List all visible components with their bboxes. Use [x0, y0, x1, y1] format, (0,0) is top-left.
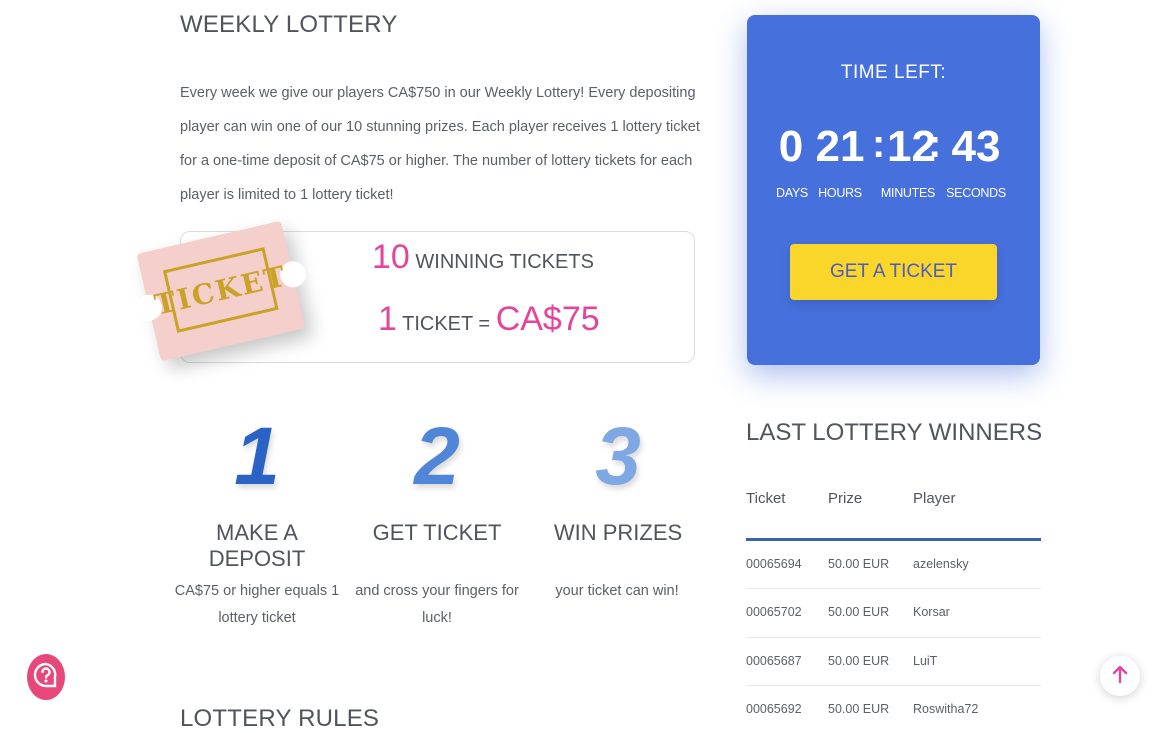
- lottery-rules-title: LOTTERY RULES: [180, 705, 380, 732]
- row-3-player: LuiT: [913, 654, 938, 668]
- minutes-label: MINUTES: [880, 186, 936, 200]
- row-3-prize: 50.00 EUR: [828, 654, 890, 668]
- help-chat-icon: [33, 662, 59, 693]
- row-divider: [746, 685, 1041, 686]
- step-2-number: 2: [414, 411, 460, 502]
- winning-label: WINNING TICKETS: [415, 251, 594, 273]
- row-2-prize: 50.00 EUR: [828, 605, 890, 619]
- step-2-description: and cross your fingers for luck!: [355, 583, 519, 626]
- step-1-description: CA$75 or higher equals 1 lottery ticket: [174, 583, 340, 626]
- ticket-image-label: TICKET: [151, 247, 290, 333]
- scroll-top-button[interactable]: [1100, 656, 1140, 696]
- row-1-prize: 50.00 EUR: [828, 557, 890, 571]
- column-header-ticket: Ticket: [746, 490, 786, 507]
- row-2-ticket: 00065702: [746, 605, 802, 619]
- lottery-intro-text: Every week we give our players CA$750 in…: [180, 85, 700, 203]
- step-3-description: your ticket can win!: [555, 583, 679, 599]
- row-4-prize: 50.00 EUR: [828, 702, 890, 716]
- row-1-ticket: 00065694: [746, 557, 802, 571]
- step-1-number: 1: [234, 411, 280, 502]
- column-header-prize: Prize: [828, 490, 863, 507]
- arrow-up-icon: [1111, 664, 1129, 689]
- row-3-ticket: 00065687: [746, 654, 802, 668]
- row-1-player: azelensky: [913, 557, 969, 571]
- row-2-player: Korsar: [913, 605, 950, 619]
- ticket-price: CA$75: [495, 300, 600, 338]
- minutes-seconds-colon: :: [928, 122, 942, 166]
- step-2-title: GET TICKET: [372, 520, 502, 545]
- row-divider: [746, 588, 1041, 589]
- seconds-value: 43: [951, 122, 1001, 171]
- table-header-divider: [746, 538, 1041, 541]
- row-4-ticket: 00065692: [746, 702, 802, 716]
- winning-count: 10: [372, 238, 410, 276]
- time-left-label: TIME LEFT:: [840, 62, 947, 83]
- seconds-label: SECONDS: [946, 186, 1006, 200]
- days-label: DAYS: [776, 186, 808, 200]
- ticket-count: 1: [378, 300, 397, 338]
- last-winners-title: LAST LOTTERY WINNERS: [746, 419, 1043, 446]
- column-header-player: Player: [913, 490, 956, 507]
- help-chat-button[interactable]: [27, 654, 65, 700]
- row-divider: [746, 637, 1041, 638]
- get-ticket-button[interactable]: GET A TICKET: [790, 244, 997, 300]
- step-3-number: 3: [595, 411, 641, 502]
- ticket-label: TICKET =: [402, 313, 491, 335]
- minutes-value: 12: [887, 122, 936, 171]
- hours-minutes-colon: :: [872, 122, 886, 166]
- ticket-price-line: 1 TICKET = CA$75: [378, 300, 600, 339]
- hours-value: 21: [815, 122, 865, 171]
- step-1-title: MAKE A DEPOSIT: [208, 520, 306, 571]
- row-4-player: Roswitha72: [913, 702, 979, 716]
- weekly-lottery-title: WEEKLY LOTTERY: [180, 11, 398, 38]
- days-value: 0: [778, 122, 804, 171]
- hours-label: HOURS: [818, 186, 862, 200]
- winning-tickets-line: 10 WINNING TICKETS: [372, 238, 594, 277]
- step-3-title: WIN PRIZES: [553, 520, 683, 545]
